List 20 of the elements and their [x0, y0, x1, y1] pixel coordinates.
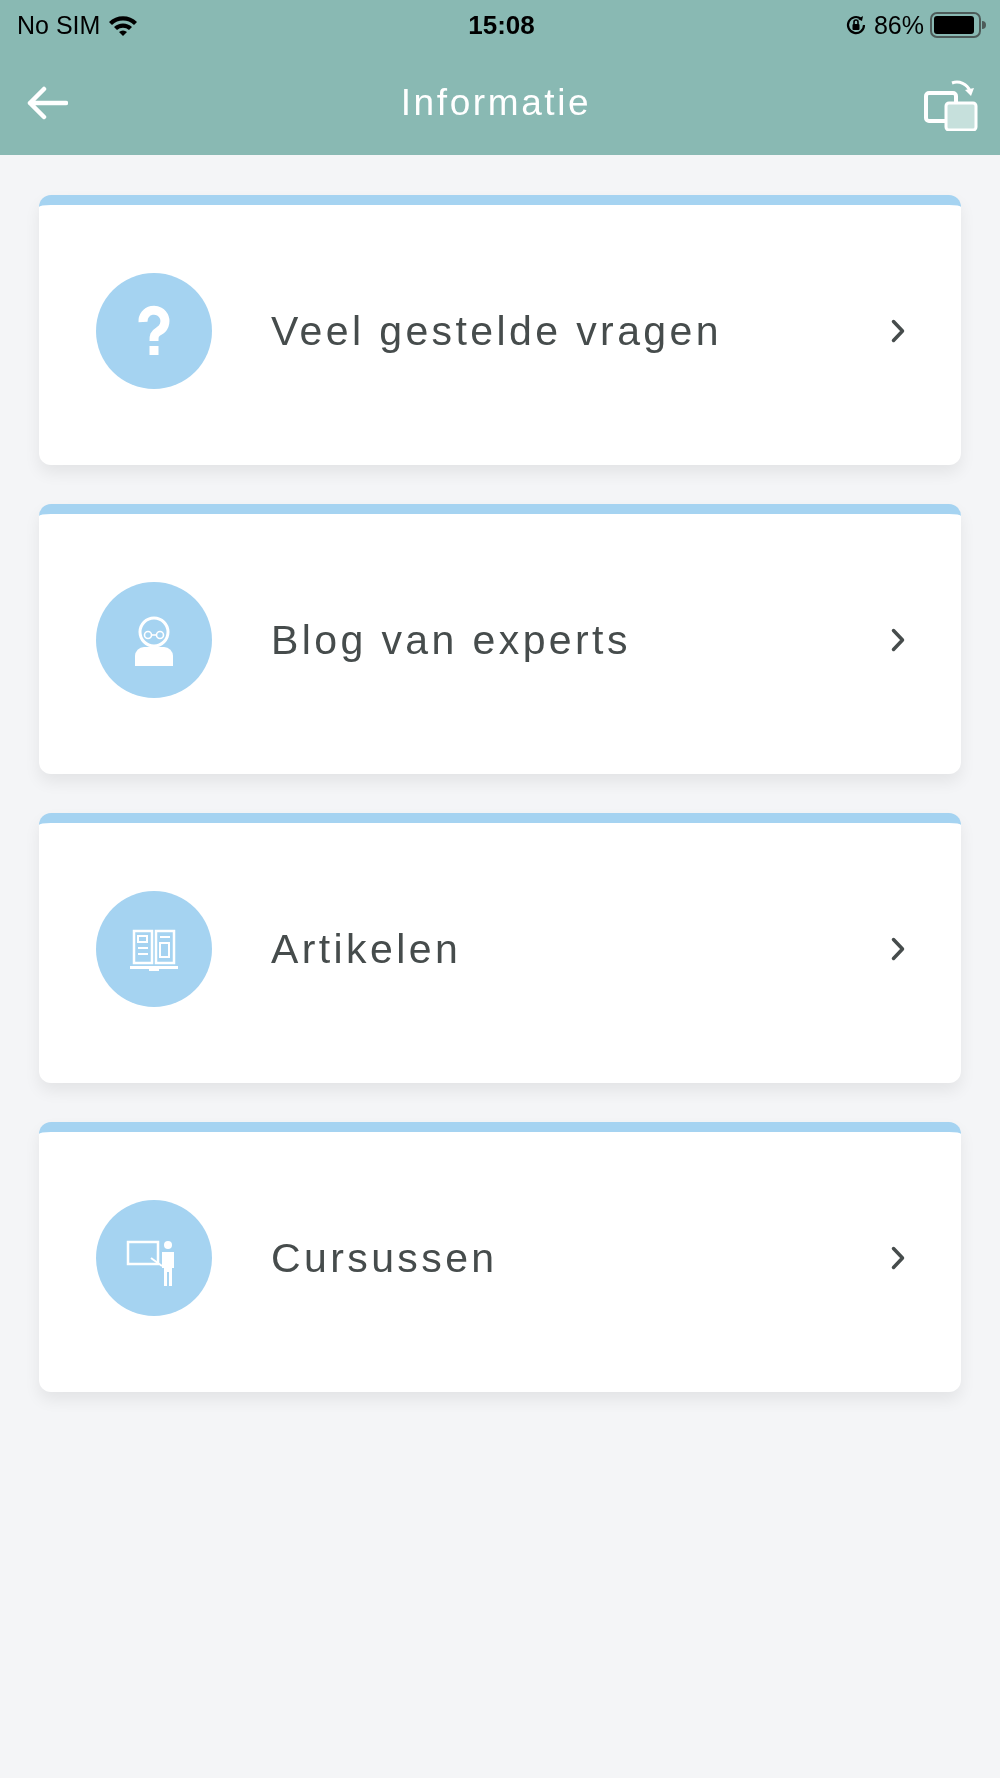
chevron-right-icon — [891, 319, 905, 343]
battery-percentage: 86% — [873, 10, 924, 40]
battery-icon — [930, 12, 986, 38]
question-mark-icon — [96, 273, 212, 389]
menu-item[interactable]: Blog van experts — [39, 504, 961, 774]
teacher-at-board-icon — [96, 1200, 212, 1316]
menu-item[interactable]: Veel gestelde vragen — [39, 195, 961, 465]
wifi-icon — [108, 14, 139, 36]
person-with-glasses-icon — [96, 582, 212, 698]
carrier-text: No SIM — [17, 10, 101, 40]
back-arrow-icon — [26, 85, 68, 120]
menu-item[interactable]: Artikelen — [39, 813, 961, 1083]
chevron-right-icon — [891, 937, 905, 961]
back-button[interactable] — [26, 85, 68, 120]
chevron-right-icon — [891, 628, 905, 652]
open-book-icon — [96, 891, 212, 1007]
menu-item[interactable]: Cursussen — [39, 1122, 961, 1392]
page-title: Informatie — [400, 81, 592, 124]
clock-time: 15:08 — [468, 9, 535, 41]
chevron-right-icon — [891, 1246, 905, 1270]
